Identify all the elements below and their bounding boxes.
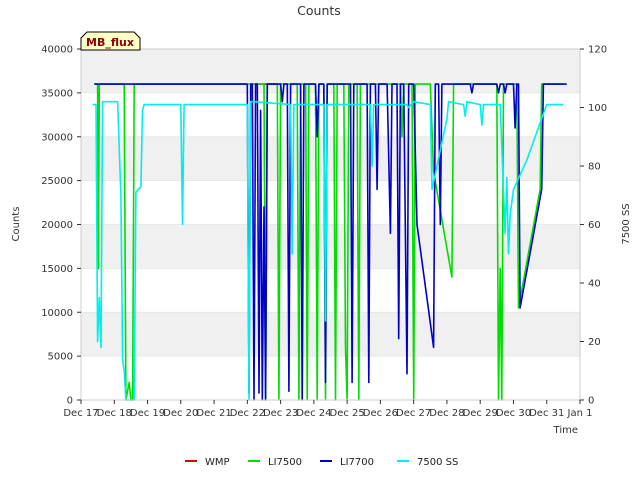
y2-tick-label: 20	[588, 337, 601, 348]
counts-chart: Counts Dec 17Dec 18Dec 19Dec 20Dec 21Dec…	[11, 3, 632, 468]
y2-axis-title: 7500 SS	[621, 203, 632, 244]
x-tick-label: Dec 28	[429, 408, 464, 419]
y-axis-right: 0 20 40 60 80 100 120	[580, 45, 607, 407]
chart-title: Counts	[297, 3, 341, 18]
y-tick-label: 5000	[48, 352, 73, 363]
x-tick-label: Dec 18	[97, 408, 132, 419]
y-axis-title: Counts	[11, 207, 22, 242]
badge-label: MB_flux	[86, 36, 134, 49]
y2-tick-label: 60	[588, 220, 601, 231]
x-tick-label: Dec 22	[230, 408, 265, 419]
legend: WMP LI7500 LI7700 7500 SS	[185, 457, 458, 468]
grid-band	[81, 136, 580, 181]
x-tick-label: Dec 30	[496, 408, 531, 419]
y-tick-label: 20000	[41, 220, 73, 231]
x-tick-label: Jan 1	[567, 408, 593, 419]
x-tick-label: Dec 17	[63, 408, 98, 419]
y2-tick-label: 0	[588, 396, 594, 407]
legend-label: 7500 SS	[417, 457, 458, 468]
grid-band	[81, 49, 580, 93]
y-tick-label: 0	[67, 396, 73, 407]
x-tick-label: Dec 31	[529, 408, 564, 419]
x-tick-label: Dec 21	[196, 408, 231, 419]
mb-flux-badge: MB_flux	[80, 31, 141, 51]
x-tick-label: Dec 19	[130, 408, 165, 419]
x-axis: Dec 17Dec 18Dec 19Dec 20Dec 21Dec 22Dec …	[63, 400, 592, 419]
x-axis-title: Time	[553, 425, 578, 436]
x-tick-label: Dec 24	[296, 408, 331, 419]
x-tick-label: Dec 26	[363, 408, 398, 419]
legend-label: WMP	[205, 457, 230, 468]
y-tick-label: 30000	[41, 132, 73, 143]
x-tick-label: Dec 25	[330, 408, 365, 419]
y2-tick-label: 100	[588, 103, 607, 114]
y2-tick-label: 40	[588, 279, 601, 290]
y-tick-label: 25000	[41, 176, 73, 187]
legend-label: LI7500	[268, 457, 302, 468]
y-axis-left: 0 5000 10000 15000 20000 25000 30000 35000 40000	[41, 45, 81, 407]
x-tick-label: Dec 20	[163, 408, 198, 419]
y-tick-label: 10000	[41, 308, 73, 319]
x-tick-label: Dec 27	[396, 408, 431, 419]
y2-tick-label: 80	[588, 162, 601, 173]
legend-label: LI7700	[340, 457, 374, 468]
x-tick-label: Dec 29	[463, 408, 498, 419]
y2-tick-label: 120	[588, 45, 607, 56]
grid-band	[81, 312, 580, 357]
y-tick-label: 35000	[41, 88, 73, 99]
x-tick-label: Dec 23	[263, 408, 298, 419]
y-tick-label: 40000	[41, 45, 73, 56]
y-tick-label: 15000	[41, 264, 73, 275]
